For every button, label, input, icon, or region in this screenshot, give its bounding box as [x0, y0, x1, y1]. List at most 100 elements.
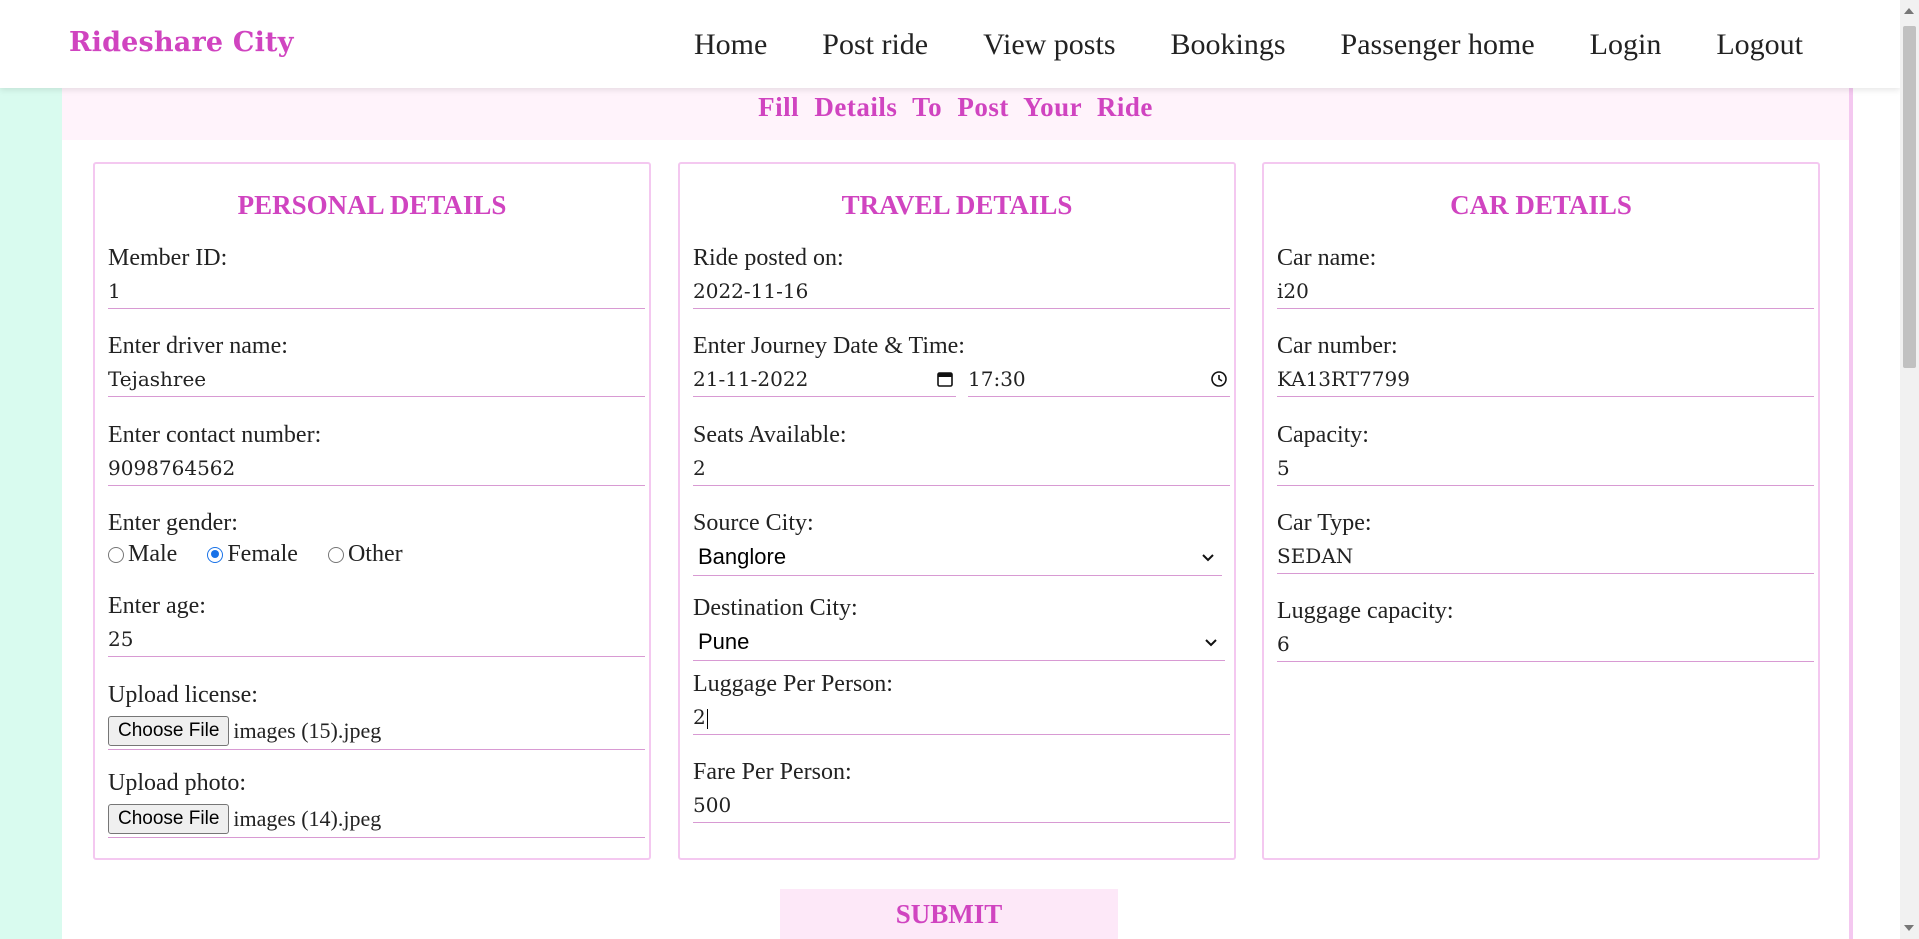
car-name-label: Car name:: [1277, 245, 1377, 271]
license-choose-file-button[interactable]: Choose File: [108, 715, 230, 746]
radio-female-label: Female: [227, 541, 298, 567]
gender-option-other[interactable]: Other: [327, 541, 403, 568]
car-name-field: Car name: i20: [1277, 244, 1814, 309]
navbar: Rideshare City Home Post ride View posts…: [0, 0, 1900, 88]
luggage-capacity-input[interactable]: 6: [1277, 627, 1814, 662]
scrollbar-thumb[interactable]: [1903, 26, 1916, 368]
chevron-down-icon: [1202, 554, 1214, 562]
journey-date-input[interactable]: 21-11-2022: [693, 362, 956, 397]
age-input[interactable]: 25: [108, 622, 645, 657]
gender-option-male[interactable]: Male: [108, 541, 177, 568]
capacity-field: Capacity: 5: [1277, 421, 1814, 486]
fare-input[interactable]: 500: [693, 788, 1230, 823]
clock-icon[interactable]: [1210, 370, 1228, 388]
destination-label: Destination City:: [693, 595, 858, 621]
posted-on-label: Ride posted on:: [693, 245, 844, 271]
car-number-label: Car number:: [1277, 333, 1398, 359]
photo-choose-file-button[interactable]: Choose File: [108, 803, 230, 834]
license-label: Upload license:: [108, 682, 258, 708]
capacity-label: Capacity:: [1277, 422, 1369, 448]
luggage-field: Luggage Per Person: 2: [693, 670, 1230, 735]
journey-label: Enter Journey Date & Time:: [693, 333, 965, 359]
radio-male[interactable]: [108, 546, 124, 563]
main-panel: Fill Details To Post Your Ride PERSONAL …: [62, 88, 1853, 939]
calendar-icon[interactable]: [936, 370, 954, 388]
page-title: Fill Details To Post Your Ride: [758, 92, 1153, 122]
radio-other[interactable]: [327, 546, 344, 563]
nav-view-posts[interactable]: View posts: [983, 28, 1115, 62]
posted-on-input[interactable]: 2022-11-16: [693, 274, 1230, 309]
journey-time-input[interactable]: 17:30: [968, 362, 1230, 397]
car-name-input[interactable]: i20: [1277, 274, 1814, 309]
journey-time-value: 17:30: [968, 367, 1026, 391]
scroll-up-icon[interactable]: [1904, 8, 1914, 14]
photo-field: Upload photo: Choose File images (14).jpe…: [108, 769, 645, 838]
contact-input[interactable]: 9098764562: [108, 451, 645, 486]
destination-field: Destination City: Pune: [693, 594, 1230, 661]
submit-button[interactable]: SUBMIT: [780, 889, 1118, 939]
nav-bookings[interactable]: Bookings: [1171, 28, 1286, 62]
driver-name-input[interactable]: Tejashree: [108, 362, 645, 397]
age-field: Enter age: 25: [108, 592, 645, 657]
source-city-value: Banglore: [698, 544, 787, 569]
car-type-input[interactable]: SEDAN: [1277, 539, 1814, 574]
photo-label: Upload photo:: [108, 770, 246, 796]
scroll-down-icon[interactable]: [1904, 925, 1914, 931]
personal-details-card: PERSONAL DETAILS Member ID: 1 Enter driv…: [93, 162, 651, 860]
personal-details-title: PERSONAL DETAILS: [237, 190, 507, 220]
license-file-input: Choose File images (15).jpeg: [108, 711, 645, 750]
gender-field: Enter gender: Male Female Other: [108, 509, 645, 568]
photo-file-input: Choose File images (14).jpeg: [108, 799, 645, 838]
luggage-label: Luggage Per Person:: [693, 671, 893, 697]
photo-file-name: images (14).jpeg: [233, 805, 382, 831]
nav-logout[interactable]: Logout: [1716, 28, 1803, 62]
seats-label: Seats Available:: [693, 422, 847, 448]
license-file-name: images (15).jpeg: [233, 717, 382, 743]
nav-home[interactable]: Home: [694, 28, 767, 62]
car-number-field: Car number: KA13RT7799: [1277, 332, 1814, 397]
car-details-title: CAR DETAILS: [1450, 190, 1632, 220]
member-id-input[interactable]: 1: [108, 274, 645, 309]
car-type-label: Car Type:: [1277, 510, 1372, 536]
nav-passenger-home[interactable]: Passenger home: [1341, 28, 1535, 62]
journey-date-value: 21-11-2022: [693, 367, 809, 391]
page: Rideshare City Home Post ride View posts…: [0, 0, 1919, 939]
gender-radio-group: Male Female Other: [108, 541, 645, 568]
driver-name-field: Enter driver name: Tejashree: [108, 332, 645, 397]
travel-details-title: TRAVEL DETAILS: [841, 190, 1073, 220]
contact-label: Enter contact number:: [108, 422, 322, 448]
gender-option-female[interactable]: Female: [207, 541, 298, 568]
seats-input[interactable]: 2: [693, 451, 1230, 486]
car-type-field: Car Type: SEDAN: [1277, 509, 1814, 574]
text-caret: [706, 708, 708, 729]
luggage-value: 2: [693, 705, 706, 729]
chevron-down-icon: [1205, 639, 1217, 647]
nav-menu: Home Post ride View posts Bookings Passe…: [694, 28, 1803, 62]
nav-post-ride[interactable]: Post ride: [822, 28, 928, 62]
member-id-field: Member ID: 1: [108, 244, 645, 309]
seats-field: Seats Available: 2: [693, 421, 1230, 486]
gender-label: Enter gender:: [108, 510, 238, 536]
driver-name-label: Enter driver name:: [108, 333, 288, 359]
nav-login[interactable]: Login: [1590, 28, 1662, 62]
member-id-label: Member ID:: [108, 245, 228, 271]
destination-city-select[interactable]: Pune: [693, 624, 1225, 661]
brand-logo[interactable]: Rideshare City: [69, 27, 294, 58]
radio-other-label: Other: [347, 541, 403, 567]
source-field: Source City: Banglore: [693, 509, 1230, 576]
radio-female[interactable]: [207, 546, 224, 563]
vertical-scrollbar[interactable]: [1900, 0, 1919, 939]
left-stripe: [0, 0, 62, 939]
luggage-input[interactable]: 2: [693, 700, 1230, 735]
journey-field: Enter Journey Date & Time: 21-11-2022 17…: [693, 332, 1230, 397]
journey-datetime: 21-11-2022 17:30: [693, 362, 1230, 397]
source-city-select[interactable]: Banglore: [693, 539, 1222, 576]
age-label: Enter age:: [108, 593, 206, 619]
luggage-capacity-label: Luggage capacity:: [1277, 598, 1454, 624]
fare-label: Fare Per Person:: [693, 759, 852, 785]
source-label: Source City:: [693, 510, 814, 536]
destination-city-value: Pune: [698, 629, 750, 654]
posted-on-field: Ride posted on: 2022-11-16: [693, 244, 1230, 309]
car-number-input[interactable]: KA13RT7799: [1277, 362, 1814, 397]
capacity-input[interactable]: 5: [1277, 451, 1814, 486]
